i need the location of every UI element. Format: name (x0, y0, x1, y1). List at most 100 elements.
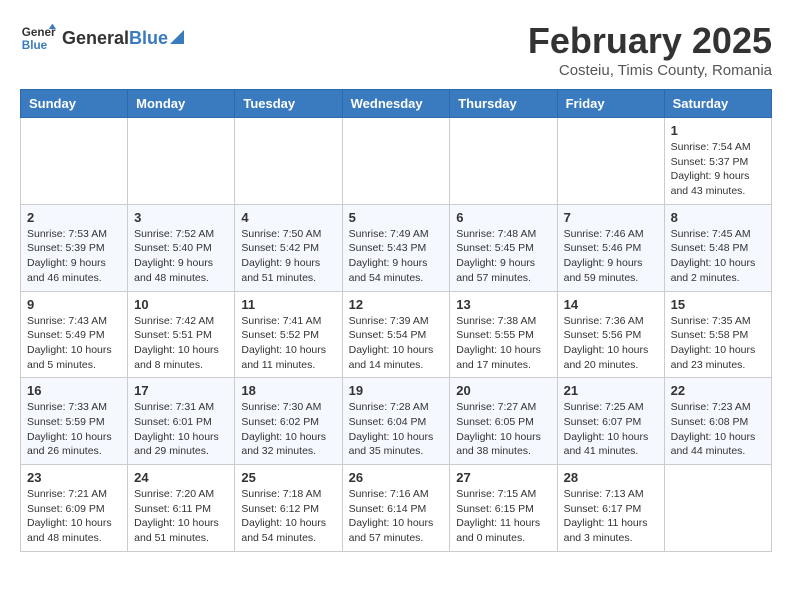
day-number: 22 (671, 383, 765, 398)
logo-icon: General Blue (20, 20, 56, 56)
day-number: 13 (456, 297, 550, 312)
day-info: Sunrise: 7:28 AM Sunset: 6:04 PM Dayligh… (349, 400, 444, 459)
day-number: 3 (134, 210, 228, 225)
calendar-cell (342, 118, 450, 205)
logo: General Blue General Blue (20, 20, 184, 56)
day-info: Sunrise: 7:16 AM Sunset: 6:14 PM Dayligh… (349, 487, 444, 546)
day-number: 1 (671, 123, 765, 138)
day-info: Sunrise: 7:27 AM Sunset: 6:05 PM Dayligh… (456, 400, 550, 459)
day-info: Sunrise: 7:18 AM Sunset: 6:12 PM Dayligh… (241, 487, 335, 546)
day-number: 26 (349, 470, 444, 485)
day-info: Sunrise: 7:13 AM Sunset: 6:17 PM Dayligh… (564, 487, 658, 546)
calendar-cell: 15Sunrise: 7:35 AM Sunset: 5:58 PM Dayli… (664, 291, 771, 378)
weekday-header-sunday: Sunday (21, 90, 128, 118)
calendar-cell (235, 118, 342, 205)
calendar-cell: 27 Sunrise: 7:15 AM Sunset: 6:15 PM Dayli… (450, 465, 557, 552)
day-number: 14 (564, 297, 658, 312)
day-number: 28 (564, 470, 658, 485)
calendar-subtitle: Costeiu, Timis County, Romania (528, 62, 772, 79)
day-number: 20 (456, 383, 550, 398)
calendar-cell: 4Sunrise: 7:50 AM Sunset: 5:42 PM Daylig… (235, 204, 342, 291)
day-info: Sunrise: 7:35 AM Sunset: 5:58 PM Dayligh… (671, 314, 765, 373)
day-number: 10 (134, 297, 228, 312)
day-info: Sunrise: 7:15 AM Sunset: 6:15 PM Dayligh… (456, 487, 550, 546)
day-info: Sunrise: 7:30 AM Sunset: 6:02 PM Dayligh… (241, 400, 335, 459)
day-number: 11 (241, 297, 335, 312)
calendar-cell: 14 Sunrise: 7:36 AM Sunset: 5:56 PM Dayli… (557, 291, 664, 378)
weekday-header-tuesday: Tuesday (235, 90, 342, 118)
day-number: 19 (349, 383, 444, 398)
day-info: Sunrise: 7:46 AM Sunset: 5:46 PM Dayligh… (564, 227, 658, 286)
day-info: Sunrise: 7:45 AM Sunset: 5:48 PM Dayligh… (671, 227, 765, 286)
calendar-cell: 3 Sunrise: 7:52 AM Sunset: 5:40 PM Daylig… (128, 204, 235, 291)
calendar-cell (21, 118, 128, 205)
day-number: 5 (349, 210, 444, 225)
day-number: 18 (241, 383, 335, 398)
logo-triangle-icon (170, 30, 184, 44)
calendar-cell: 12Sunrise: 7:39 AM Sunset: 5:54 PM Dayli… (342, 291, 450, 378)
calendar-cell: 26 Sunrise: 7:16 AM Sunset: 6:14 PM Dayli… (342, 465, 450, 552)
calendar-cell: 11 Sunrise: 7:41 AM Sunset: 5:52 PM Dayli… (235, 291, 342, 378)
logo-general: General (62, 28, 129, 49)
calendar-cell: 24 Sunrise: 7:20 AM Sunset: 6:11 PM Dayli… (128, 465, 235, 552)
week-row-2: 2 Sunrise: 7:53 AM Sunset: 5:39 PM Daylig… (21, 204, 772, 291)
logo-blue: Blue (129, 28, 168, 49)
day-info: Sunrise: 7:36 AM Sunset: 5:56 PM Dayligh… (564, 314, 658, 373)
week-row-5: 23 Sunrise: 7:21 AM Sunset: 6:09 PM Dayli… (21, 465, 772, 552)
day-info: Sunrise: 7:49 AM Sunset: 5:43 PM Dayligh… (349, 227, 444, 286)
calendar-cell: 6 Sunrise: 7:48 AM Sunset: 5:45 PM Daylig… (450, 204, 557, 291)
calendar-cell: 1 Sunrise: 7:54 AM Sunset: 5:37 PM Daylig… (664, 118, 771, 205)
day-info: Sunrise: 7:54 AM Sunset: 5:37 PM Dayligh… (671, 140, 765, 199)
day-info: Sunrise: 7:31 AM Sunset: 6:01 PM Dayligh… (134, 400, 228, 459)
day-number: 21 (564, 383, 658, 398)
calendar-cell: 28 Sunrise: 7:13 AM Sunset: 6:17 PM Dayli… (557, 465, 664, 552)
day-number: 2 (27, 210, 121, 225)
day-info: Sunrise: 7:42 AM Sunset: 5:51 PM Dayligh… (134, 314, 228, 373)
day-info: Sunrise: 7:23 AM Sunset: 6:08 PM Dayligh… (671, 400, 765, 459)
weekday-header-friday: Friday (557, 90, 664, 118)
day-info: Sunrise: 7:48 AM Sunset: 5:45 PM Dayligh… (456, 227, 550, 286)
svg-text:Blue: Blue (22, 39, 48, 52)
calendar-cell: 5 Sunrise: 7:49 AM Sunset: 5:43 PM Daylig… (342, 204, 450, 291)
calendar-cell: 17 Sunrise: 7:31 AM Sunset: 6:01 PM Dayli… (128, 378, 235, 465)
calendar-cell: 21Sunrise: 7:25 AM Sunset: 6:07 PM Dayli… (557, 378, 664, 465)
day-number: 6 (456, 210, 550, 225)
week-row-1: 1 Sunrise: 7:54 AM Sunset: 5:37 PM Daylig… (21, 118, 772, 205)
day-number: 27 (456, 470, 550, 485)
calendar-cell: 16Sunrise: 7:33 AM Sunset: 5:59 PM Dayli… (21, 378, 128, 465)
week-row-4: 16Sunrise: 7:33 AM Sunset: 5:59 PM Dayli… (21, 378, 772, 465)
weekday-header-wednesday: Wednesday (342, 90, 450, 118)
day-info: Sunrise: 7:41 AM Sunset: 5:52 PM Dayligh… (241, 314, 335, 373)
calendar-cell: 18 Sunrise: 7:30 AM Sunset: 6:02 PM Dayli… (235, 378, 342, 465)
calendar-cell: 7 Sunrise: 7:46 AM Sunset: 5:46 PM Daylig… (557, 204, 664, 291)
week-row-3: 9 Sunrise: 7:43 AM Sunset: 5:49 PM Daylig… (21, 291, 772, 378)
calendar-cell: 13Sunrise: 7:38 AM Sunset: 5:55 PM Dayli… (450, 291, 557, 378)
calendar-cell: 22 Sunrise: 7:23 AM Sunset: 6:08 PM Dayli… (664, 378, 771, 465)
day-number: 8 (671, 210, 765, 225)
day-info: Sunrise: 7:21 AM Sunset: 6:09 PM Dayligh… (27, 487, 121, 546)
day-number: 17 (134, 383, 228, 398)
day-number: 24 (134, 470, 228, 485)
calendar-title: February 2025 (528, 20, 772, 62)
weekday-header-row: SundayMondayTuesdayWednesdayThursdayFrid… (21, 90, 772, 118)
calendar-cell: 20 Sunrise: 7:27 AM Sunset: 6:05 PM Dayli… (450, 378, 557, 465)
day-info: Sunrise: 7:43 AM Sunset: 5:49 PM Dayligh… (27, 314, 121, 373)
day-number: 9 (27, 297, 121, 312)
day-number: 23 (27, 470, 121, 485)
day-info: Sunrise: 7:53 AM Sunset: 5:39 PM Dayligh… (27, 227, 121, 286)
calendar-cell: 19 Sunrise: 7:28 AM Sunset: 6:04 PM Dayli… (342, 378, 450, 465)
calendar-cell (128, 118, 235, 205)
calendar-cell: 9 Sunrise: 7:43 AM Sunset: 5:49 PM Daylig… (21, 291, 128, 378)
weekday-header-thursday: Thursday (450, 90, 557, 118)
calendar-cell (557, 118, 664, 205)
day-info: Sunrise: 7:50 AM Sunset: 5:42 PM Dayligh… (241, 227, 335, 286)
calendar-cell (450, 118, 557, 205)
day-number: 7 (564, 210, 658, 225)
day-info: Sunrise: 7:52 AM Sunset: 5:40 PM Dayligh… (134, 227, 228, 286)
page-header: General Blue General Blue February 2025 … (20, 20, 772, 79)
day-info: Sunrise: 7:20 AM Sunset: 6:11 PM Dayligh… (134, 487, 228, 546)
calendar-cell: 8 Sunrise: 7:45 AM Sunset: 5:48 PM Daylig… (664, 204, 771, 291)
title-area: February 2025 Costeiu, Timis County, Rom… (528, 20, 772, 79)
day-number: 25 (241, 470, 335, 485)
calendar-table: SundayMondayTuesdayWednesdayThursdayFrid… (20, 89, 772, 552)
